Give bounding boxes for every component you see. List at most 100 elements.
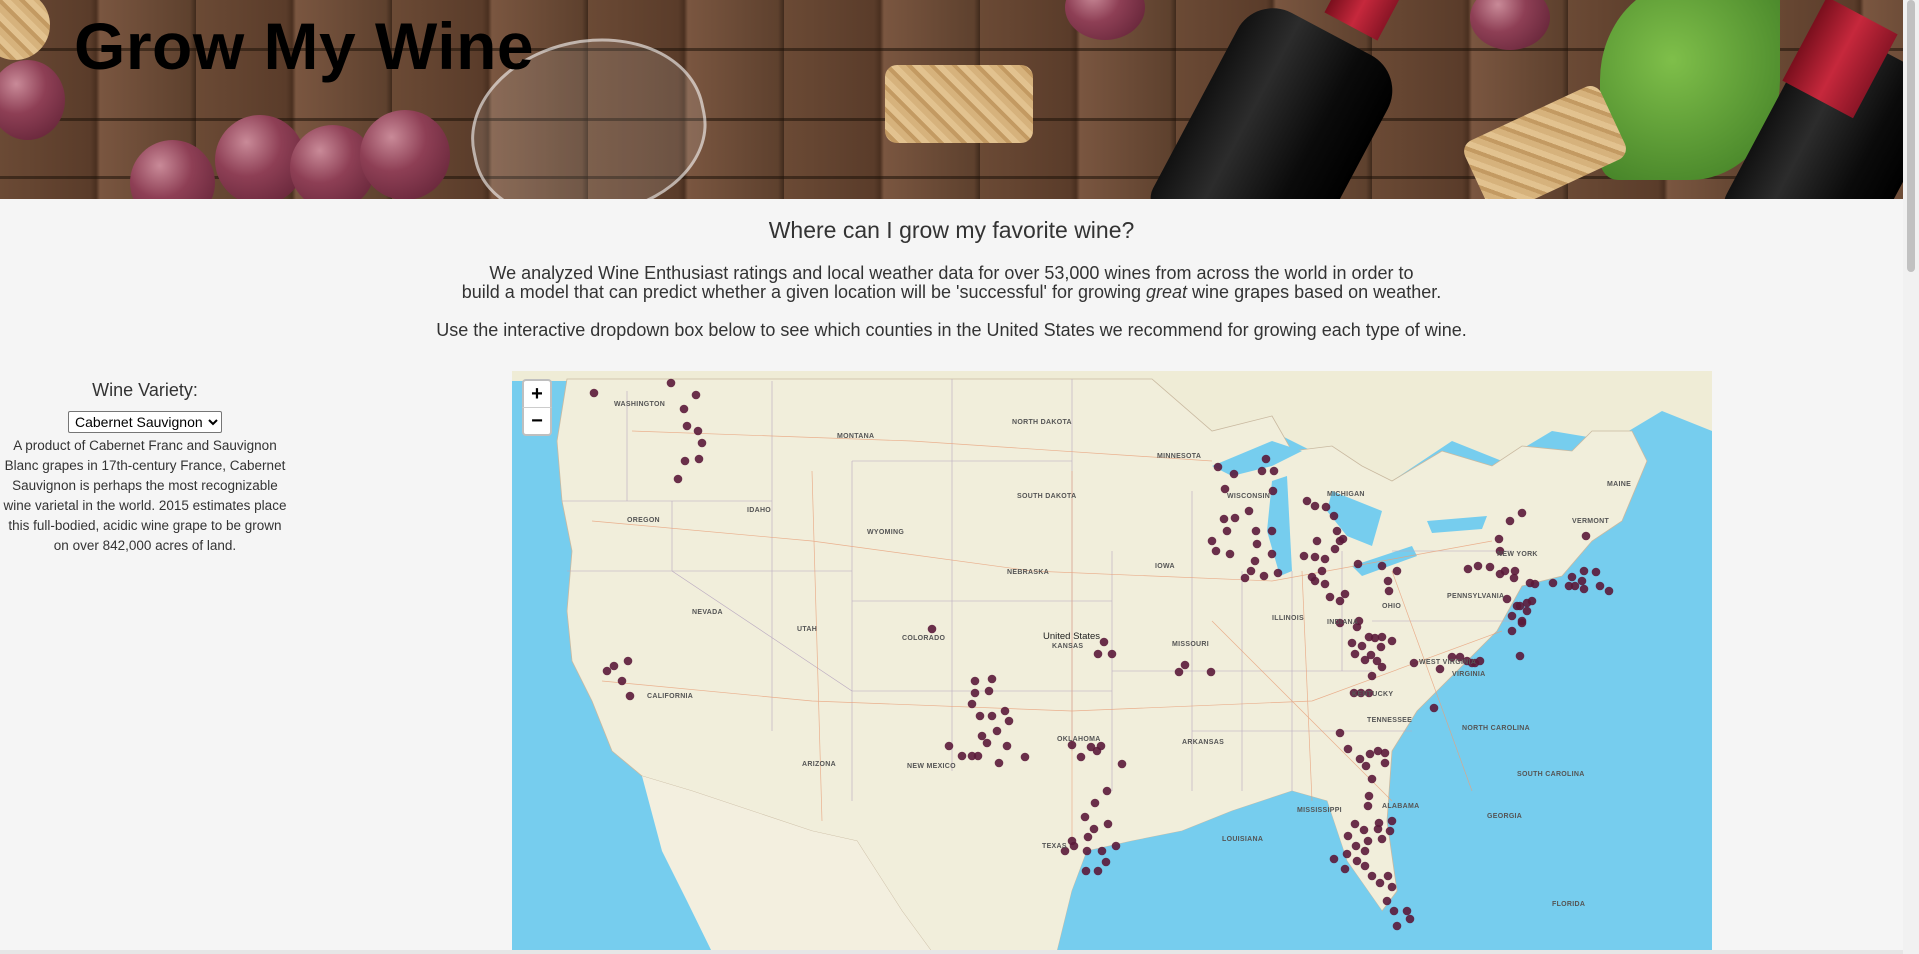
county-marker[interactable] [1002,741,1012,751]
county-marker[interactable] [1517,508,1527,518]
county-marker[interactable] [1103,819,1113,829]
county-marker[interactable] [1350,819,1360,829]
county-marker[interactable] [1375,878,1385,888]
county-marker[interactable] [1581,531,1591,541]
county-marker[interactable] [694,454,704,464]
county-marker[interactable] [1548,578,1558,588]
county-marker[interactable] [1251,526,1261,536]
county-marker[interactable] [1364,791,1374,801]
county-marker[interactable] [1004,716,1014,726]
county-marker[interactable] [1387,882,1397,892]
county-marker[interactable] [1494,534,1504,544]
county-marker[interactable] [1367,774,1377,784]
county-marker[interactable] [975,711,985,721]
county-marker[interactable] [1207,536,1217,546]
county-marker[interactable] [1083,832,1093,842]
county-marker[interactable] [1409,658,1419,668]
county-marker[interactable] [1320,554,1330,564]
county-marker[interactable] [1252,539,1262,549]
county-marker[interactable] [679,404,689,414]
county-marker[interactable] [1595,581,1605,591]
county-marker[interactable] [1335,536,1345,546]
county-marker[interactable] [1329,854,1339,864]
county-marker[interactable] [984,686,994,696]
county-marker[interactable] [617,676,627,686]
county-marker[interactable] [1081,866,1091,876]
county-marker[interactable] [1383,871,1393,881]
county-marker[interactable] [1240,573,1250,583]
county-marker[interactable] [1101,857,1111,867]
county-marker[interactable] [697,438,707,448]
county-marker[interactable] [1382,896,1392,906]
county-marker[interactable] [1246,566,1256,576]
county-marker[interactable] [987,711,997,721]
county-marker[interactable] [1357,641,1367,651]
county-marker[interactable] [1117,759,1127,769]
county-marker[interactable] [623,656,633,666]
county-marker[interactable] [1347,638,1357,648]
county-marker[interactable] [1335,596,1345,606]
county-marker[interactable] [982,738,992,748]
county-marker[interactable] [1343,744,1353,754]
county-marker[interactable] [1515,651,1525,661]
county-marker[interactable] [1522,606,1532,616]
county-marker[interactable] [1000,706,1010,716]
county-marker[interactable] [1353,559,1363,569]
county-marker[interactable] [1365,749,1375,759]
county-marker[interactable] [1579,566,1589,576]
county-marker[interactable] [977,731,987,741]
county-marker[interactable] [1505,516,1515,526]
county-marker[interactable] [944,741,954,751]
county-marker[interactable] [970,676,980,686]
county-marker[interactable] [666,378,676,388]
county-marker[interactable] [1180,660,1190,670]
county-marker[interactable] [1220,484,1230,494]
county-marker[interactable] [1366,650,1376,660]
county-marker[interactable] [1261,454,1271,464]
county-marker[interactable] [1213,462,1223,472]
horizontal-scrollbar[interactable] [0,950,1903,954]
county-marker[interactable] [1350,649,1360,659]
county-marker[interactable] [1320,579,1330,589]
county-marker[interactable] [1377,632,1387,642]
county-marker[interactable] [1335,728,1345,738]
county-marker[interactable] [1509,573,1519,583]
county-marker[interactable] [1373,824,1383,834]
county-marker[interactable] [673,474,683,484]
county-marker[interactable] [1267,549,1277,559]
county-marker[interactable] [1377,561,1387,571]
county-marker[interactable] [1340,864,1350,874]
county-marker[interactable] [1355,754,1365,764]
county-marker[interactable] [992,726,1002,736]
county-marker[interactable] [1376,642,1386,652]
county-marker[interactable] [1174,667,1184,677]
county-marker[interactable] [1107,649,1117,659]
county-marker[interactable] [1363,836,1373,846]
county-marker[interactable] [1360,861,1370,871]
county-marker[interactable] [1089,824,1099,834]
county-marker[interactable] [1343,831,1353,841]
county-marker[interactable] [1402,906,1412,916]
county-marker[interactable] [1367,871,1377,881]
county-marker[interactable] [1367,671,1377,681]
county-marker[interactable] [1377,834,1387,844]
county-marker[interactable] [1312,536,1322,546]
county-marker[interactable] [609,661,619,671]
county-marker[interactable] [1507,626,1517,636]
county-marker[interactable] [1389,906,1399,916]
county-marker[interactable] [1360,846,1370,856]
county-marker[interactable] [1076,752,1086,762]
county-marker[interactable] [1604,586,1614,596]
county-marker[interactable] [1299,551,1309,561]
county-marker[interactable] [602,666,612,676]
county-marker[interactable] [625,691,635,701]
county-marker[interactable] [1211,546,1221,556]
county-marker[interactable] [1359,825,1369,835]
county-marker[interactable] [1310,552,1320,562]
county-marker[interactable] [1093,866,1103,876]
county-marker[interactable] [1332,526,1342,536]
county-marker[interactable] [1219,514,1229,524]
county-marker[interactable] [1229,469,1239,479]
county-marker[interactable] [1500,566,1510,576]
county-marker[interactable] [1111,841,1121,851]
